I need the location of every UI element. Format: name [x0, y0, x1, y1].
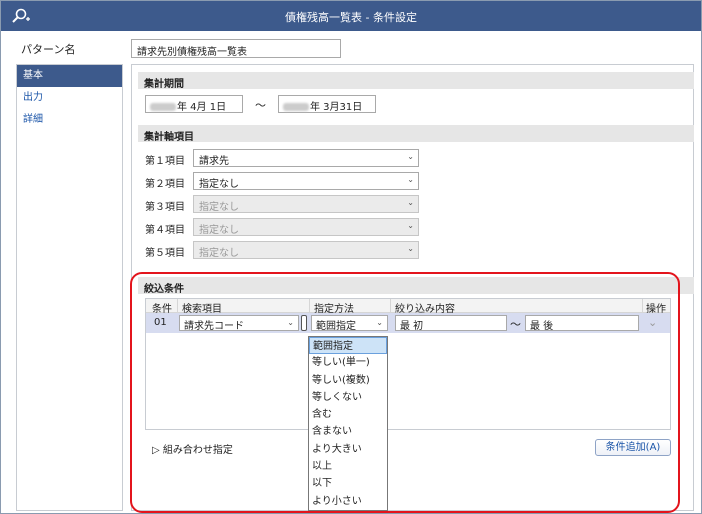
redacted-year — [150, 103, 176, 111]
period-start-field[interactable]: 年 4月 1日 — [145, 95, 243, 113]
dropdown-option[interactable]: 以下 — [309, 475, 387, 492]
dropdown-option[interactable]: 等しい(単一) — [309, 354, 387, 371]
period-end-text: 年 3月31日 — [310, 102, 363, 113]
sidebar-item-output[interactable]: 出力 — [17, 87, 122, 109]
axis-select-1[interactable]: 請求先 ⌄ — [193, 149, 419, 167]
axis-row-label: 第４項目 — [145, 225, 185, 236]
dropdown-option[interactable]: より小さい — [309, 493, 387, 510]
dropdown-option[interactable]: 等しくない — [309, 389, 387, 406]
pattern-label: パターン名 — [21, 43, 76, 56]
axis-select-4: 指定なし ⌄ — [193, 218, 419, 236]
sidebar-item-detail[interactable]: 詳細 — [17, 109, 122, 131]
chevron-down-icon: ⌄ — [407, 198, 414, 207]
axis-select-value: 請求先 — [199, 156, 229, 167]
axis-select-value: 指定なし — [199, 179, 239, 190]
chevron-down-icon: ⌄ — [407, 175, 414, 184]
dropdown-option[interactable]: 等しい(複数) — [309, 372, 387, 389]
title-bar: 債権残高一覧表 - 条件設定 — [1, 1, 701, 31]
dropdown-option[interactable]: 含む — [309, 406, 387, 423]
axis-row-label: 第１項目 — [145, 156, 185, 167]
dropdown-option[interactable]: 以上 — [309, 458, 387, 475]
axis-select-3: 指定なし ⌄ — [193, 195, 419, 213]
redacted-year — [283, 103, 309, 111]
sidebar-item-basic[interactable]: 基本 — [17, 65, 122, 87]
axis-row-label: 第２項目 — [145, 179, 185, 190]
chevron-down-icon: ⌄ — [407, 244, 414, 253]
section-period: 集計期間 — [138, 72, 694, 90]
highlight-frame — [130, 272, 680, 513]
pattern-name-field[interactable]: 請求先別債権残高一覧表 — [131, 39, 341, 58]
section-axis: 集計軸項目 — [138, 125, 694, 143]
axis-select-value: 指定なし — [199, 225, 239, 236]
dropdown-option[interactable]: 範囲指定 — [309, 337, 387, 355]
period-separator: 〜 — [255, 99, 266, 112]
axis-select-2[interactable]: 指定なし ⌄ — [193, 172, 419, 190]
window-title: 債権残高一覧表 - 条件設定 — [285, 11, 417, 24]
axis-select-5: 指定なし ⌄ — [193, 241, 419, 259]
condition-settings-window: 債権残高一覧表 - 条件設定 パターン名 請求先別債権残高一覧表 基本 出力 詳… — [0, 0, 702, 514]
dropdown-option[interactable]: より大きい — [309, 441, 387, 458]
axis-select-value: 指定なし — [199, 248, 239, 259]
period-end-field[interactable]: 年 3月31日 — [278, 95, 376, 113]
sidebar: 基本 出力 詳細 — [16, 64, 123, 511]
chevron-down-icon: ⌄ — [407, 221, 414, 230]
axis-row-label: 第５項目 — [145, 248, 185, 259]
axis-row-label: 第３項目 — [145, 202, 185, 213]
period-start-text: 年 4月 1日 — [177, 102, 227, 113]
axis-select-value: 指定なし — [199, 202, 239, 213]
method-dropdown-list: 範囲指定 等しい(単一) 等しい(複数) 等しくない 含む 含まない より大きい… — [308, 336, 388, 511]
dropdown-option[interactable]: 含まない — [309, 423, 387, 440]
chevron-down-icon: ⌄ — [407, 152, 414, 161]
